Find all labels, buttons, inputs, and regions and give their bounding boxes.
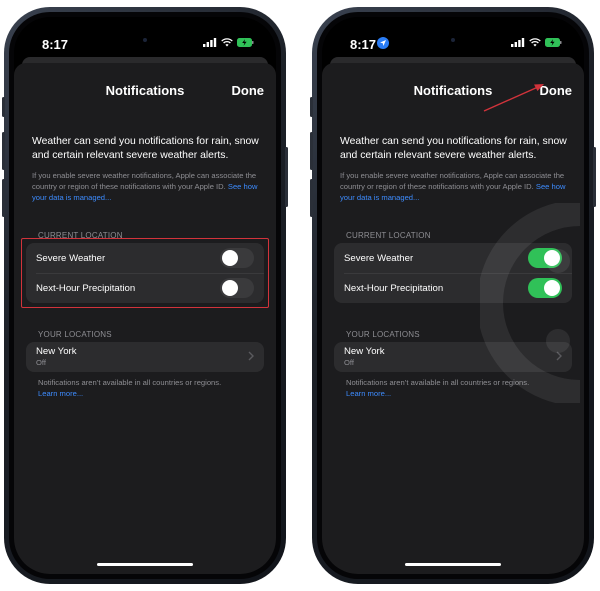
- volume-up-button: [2, 132, 5, 170]
- volume-up-button: [310, 132, 313, 170]
- current-location-group: Severe Weather Next-Hour Precipitation: [334, 243, 572, 303]
- location-new-york-row[interactable]: New York Off: [334, 342, 572, 372]
- battery-charging-icon: [237, 38, 254, 47]
- learn-more-link[interactable]: Learn more...: [346, 388, 572, 399]
- location-status: Off: [36, 358, 46, 367]
- your-locations-group: New York Off: [26, 342, 264, 372]
- home-indicator: [405, 563, 501, 566]
- wifi-icon: [221, 38, 233, 47]
- current-location-header: CURRENT LOCATION: [346, 231, 431, 240]
- action-button: [310, 97, 313, 117]
- severe-weather-row: Severe Weather: [334, 243, 572, 273]
- done-button[interactable]: Done: [540, 83, 573, 98]
- side-button: [285, 147, 288, 207]
- your-locations-header: YOUR LOCATIONS: [346, 330, 420, 339]
- watermark-logo: [480, 203, 581, 403]
- screen: 8:17 Notifications Done Weather can send…: [322, 17, 584, 574]
- availability-note: Notifications aren’t available in all co…: [346, 377, 572, 399]
- availability-note-text: Notifications aren’t available in all co…: [38, 378, 222, 387]
- location-arrow-icon: [377, 37, 389, 49]
- location-name: New York: [344, 346, 385, 357]
- availability-note-text: Notifications aren’t available in all co…: [346, 378, 530, 387]
- location-status: Off: [344, 358, 354, 367]
- notifications-sheet: Notifications Done Weather can send you …: [322, 63, 584, 574]
- volume-down-button: [310, 179, 313, 217]
- volume-down-button: [2, 179, 5, 217]
- intro-text: Weather can send you notifications for r…: [340, 136, 567, 161]
- side-button: [593, 147, 596, 207]
- battery-charging-icon: [545, 38, 562, 47]
- privacy-note-text: If you enable severe weather notificatio…: [340, 171, 565, 191]
- learn-more-link[interactable]: Learn more...: [38, 388, 264, 399]
- phone-left: 8:17 Notifications Done Weather can send…: [2, 7, 288, 584]
- your-locations-group: New York Off: [334, 342, 572, 372]
- privacy-note-text: If you enable severe weather notificatio…: [32, 171, 257, 191]
- wifi-icon: [529, 38, 541, 47]
- status-bar: 8:17: [14, 17, 276, 57]
- privacy-note: If you enable severe weather notificatio…: [340, 170, 572, 203]
- cellular-signal-icon: [203, 38, 217, 47]
- notifications-sheet: Notifications Done Weather can send you …: [14, 63, 276, 574]
- screen: 8:17 Notifications Done Weather can send…: [14, 17, 276, 574]
- status-icons: [203, 38, 254, 47]
- action-button: [2, 97, 5, 117]
- privacy-note: If you enable severe weather notificatio…: [32, 170, 264, 203]
- location-name: New York: [36, 346, 77, 357]
- status-bar: 8:17: [322, 17, 584, 57]
- availability-note: Notifications aren’t available in all co…: [38, 377, 264, 399]
- next-hour-precipitation-label: Next-Hour Precipitation: [344, 282, 444, 294]
- home-indicator: [97, 563, 193, 566]
- highlight-box: [21, 238, 269, 308]
- location-new-york-row[interactable]: New York Off: [26, 342, 264, 372]
- done-button[interactable]: Done: [232, 83, 265, 98]
- cellular-signal-icon: [511, 38, 525, 47]
- camera-dot: [451, 29, 455, 42]
- your-locations-header: YOUR LOCATIONS: [38, 330, 112, 339]
- intro-text: Weather can send you notifications for r…: [32, 136, 259, 161]
- severe-weather-label: Severe Weather: [344, 252, 414, 264]
- status-time: 8:17: [42, 37, 69, 52]
- next-hour-precipitation-toggle[interactable]: [528, 278, 562, 298]
- camera-dot: [143, 29, 147, 42]
- status-icons: [511, 38, 562, 47]
- chevron-right-icon: [556, 351, 562, 361]
- severe-weather-toggle[interactable]: [528, 248, 562, 268]
- phone-right: 8:17 Notifications Done Weather can send…: [310, 7, 596, 584]
- status-time: 8:17: [350, 37, 377, 52]
- next-hour-precipitation-row: Next-Hour Precipitation: [334, 273, 572, 303]
- chevron-right-icon: [248, 351, 254, 361]
